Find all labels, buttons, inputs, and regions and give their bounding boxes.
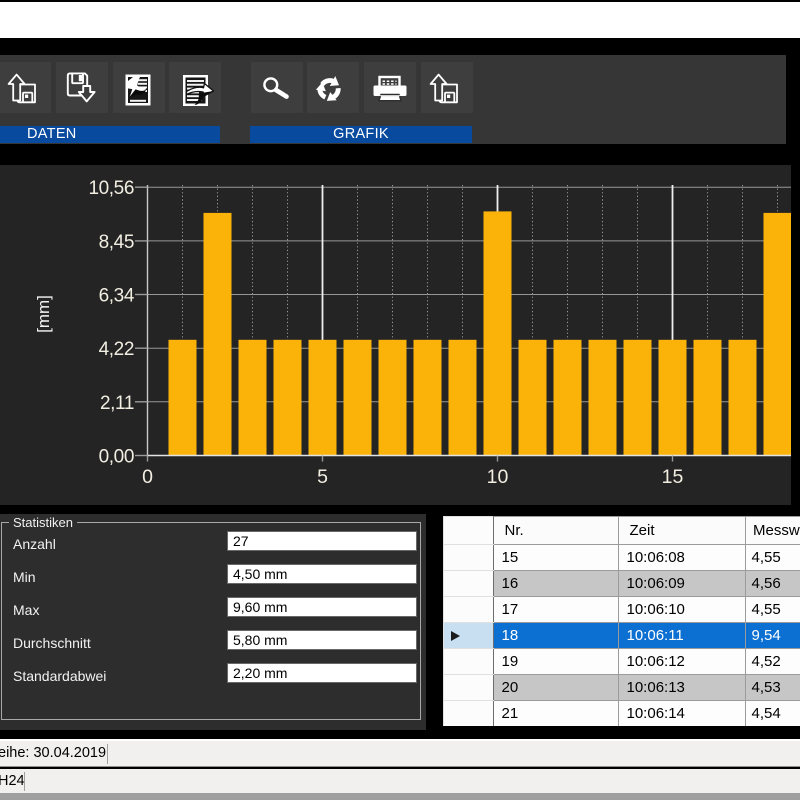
- svg-text:5: 5: [317, 466, 328, 488]
- svg-text:2,11: 2,11: [100, 393, 134, 414]
- svg-text:10: 10: [487, 466, 509, 488]
- svg-text:8,45: 8,45: [99, 232, 134, 253]
- svg-text:[mm]: [mm]: [34, 295, 53, 333]
- svg-text:10,56: 10,56: [88, 178, 134, 199]
- svg-text:0,00: 0,00: [99, 447, 134, 468]
- svg-text:6,34: 6,34: [99, 286, 135, 307]
- svg-text:0: 0: [142, 466, 153, 488]
- svg-text:4,22: 4,22: [99, 339, 134, 360]
- svg-text:15: 15: [662, 466, 684, 488]
